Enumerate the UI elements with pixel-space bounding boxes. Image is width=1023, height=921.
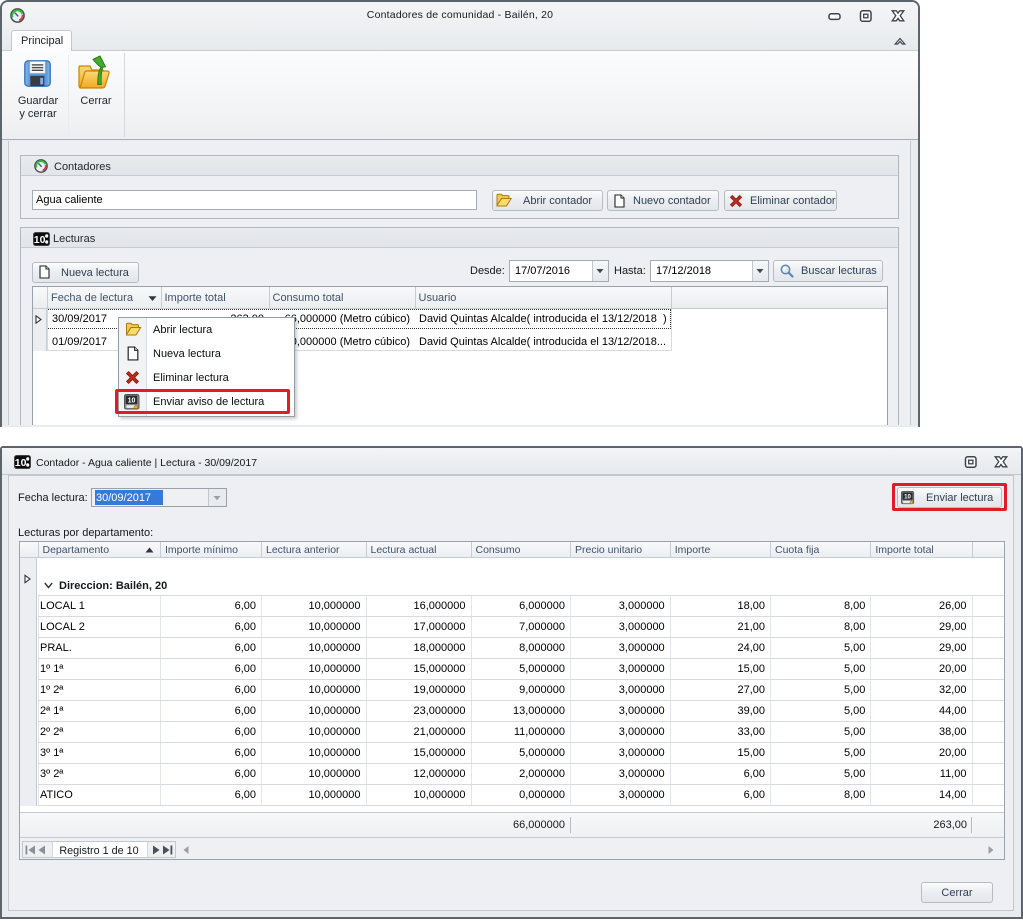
- svg-text:10: 10: [904, 495, 911, 501]
- svg-text:10: 10: [34, 234, 46, 246]
- svg-text:10: 10: [15, 457, 27, 469]
